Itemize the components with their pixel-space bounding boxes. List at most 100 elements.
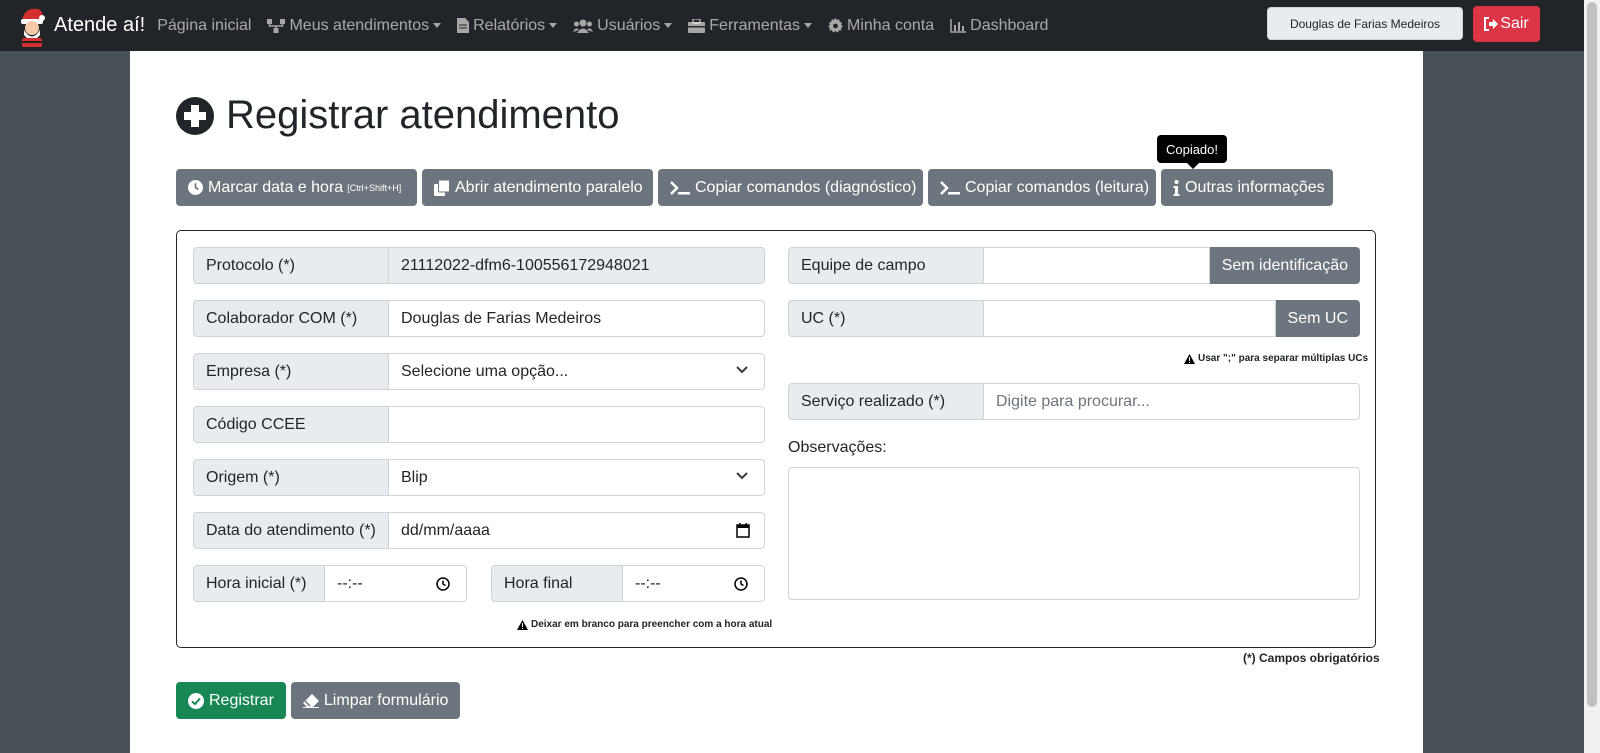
button-label: Copiar comandos (diagnóstico) (695, 178, 917, 196)
origem-selected-value: Blip (401, 468, 428, 486)
check-circle-icon (188, 692, 204, 709)
caret-down-icon (433, 23, 442, 28)
terminal-icon (670, 180, 690, 195)
brand[interactable]: Atende aí! (16, 5, 145, 47)
nav-ferramentas[interactable]: Ferramentas (688, 17, 812, 35)
santa-logo-icon (21, 8, 45, 47)
observacoes-label: Observações: (788, 439, 887, 456)
servico-search-input[interactable]: Digite para procurar... (984, 383, 1360, 420)
empresa-group: Empresa (*) Selecione uma opção... (193, 353, 765, 390)
uc-field[interactable] (984, 300, 1276, 337)
equipe-group: Equipe de campo Sem identificação (788, 247, 1360, 284)
hint-text: Deixar em branco para preencher com a ho… (531, 619, 773, 630)
nav-dashboard[interactable]: Dashboard (950, 17, 1048, 35)
protocolo-group: Protocolo (*) 21112022-dfm6-100556172948… (193, 247, 765, 284)
file-icon (457, 18, 470, 33)
sign-out-icon (1484, 17, 1499, 31)
top-navbar: Atende aí! Página inicial Meus atendimen… (0, 0, 1584, 51)
caret-down-icon (664, 23, 673, 28)
copy-read-commands-button[interactable]: Copiar comandos (leitura) (928, 169, 1156, 206)
uc-group: UC (*) Sem UC (788, 300, 1360, 337)
page-title: Registrar atendimento (176, 93, 620, 138)
terminal-icon (940, 180, 960, 195)
uc-label: UC (*) (788, 300, 984, 337)
button-label: Outras informações (1185, 178, 1325, 196)
nav-label: Dashboard (970, 16, 1049, 34)
sem-uc-button[interactable]: Sem UC (1275, 300, 1360, 337)
plus-circle-icon (176, 96, 214, 135)
other-info-button[interactable]: Outras informações (1161, 169, 1333, 206)
equipe-label: Equipe de campo (788, 247, 984, 284)
nav-relatorios[interactable]: Relatórios (457, 16, 558, 35)
uc-hint: Usar ";" para separar múltiplas UCs (1184, 353, 1368, 364)
empresa-select[interactable]: Selecione uma opção... (389, 353, 765, 390)
nav-pagina-inicial[interactable]: Página inicial (157, 17, 251, 35)
mark-datetime-button[interactable]: Marcar data e hora [Ctrl+Shift+H] (176, 169, 417, 206)
equipe-field[interactable] (984, 247, 1210, 284)
hint-text: Usar ";" para separar múltiplas UCs (1198, 353, 1369, 364)
clock-icon[interactable] (436, 577, 450, 591)
data-atendimento-field[interactable]: dd/mm/aaaa (389, 512, 765, 549)
nav-usuarios[interactable]: Usuários (573, 16, 673, 35)
chevron-down-icon (736, 472, 748, 480)
hora-final-group: Hora final --:-- (491, 565, 765, 602)
colaborador-field[interactable]: Douglas de Farias Medeiros (389, 300, 765, 337)
protocolo-label: Protocolo (*) (193, 247, 389, 284)
attendance-form: Protocolo (*) 21112022-dfm6-100556172948… (176, 230, 1376, 648)
copy-diagnostic-commands-button[interactable]: Copiar comandos (diagnóstico) (658, 169, 923, 206)
logout-label: Sair (1500, 15, 1529, 32)
servico-label: Serviço realizado (*) (788, 383, 984, 420)
clock-icon (188, 180, 203, 195)
origem-select[interactable]: Blip (389, 459, 765, 496)
required-fields-note: (*) Campos obrigatórios (1243, 651, 1380, 665)
nav-label: Página inicial (157, 16, 252, 34)
warning-icon (1184, 353, 1195, 364)
caret-down-icon (549, 23, 558, 28)
toolbox-icon (688, 18, 706, 33)
hora-final-field[interactable]: --:-- (623, 565, 765, 602)
codigo-ccee-group: Código CCEE (193, 406, 765, 443)
form-actions: Registrar Limpar formulário (176, 682, 461, 719)
info-icon (1173, 179, 1180, 196)
hora-inicial-field[interactable]: --:-- (325, 565, 467, 602)
colaborador-label: Colaborador COM (*) (193, 300, 389, 337)
nav-minha-conta[interactable]: Minha conta (827, 16, 935, 35)
warning-icon (517, 619, 528, 630)
time-value: --:-- (635, 574, 661, 592)
calendar-icon[interactable] (736, 523, 750, 538)
nav-meus-atendimentos[interactable]: Meus atendimentos (267, 16, 442, 35)
nav-label: Ferramentas (709, 16, 800, 34)
current-user-display[interactable]: Douglas de Farias Medeiros (1267, 7, 1463, 40)
clear-form-button[interactable]: Limpar formulário (290, 682, 461, 719)
observacoes-textarea[interactable] (788, 467, 1360, 600)
protocolo-field[interactable]: 21112022-dfm6-100556172948021 (389, 247, 765, 284)
data-atendimento-label: Data do atendimento (*) (193, 512, 389, 549)
empresa-label: Empresa (*) (193, 353, 389, 390)
nav-label: Relatórios (473, 16, 546, 34)
nav-label: Usuários (597, 16, 661, 34)
button-label: Copiar comandos (leitura) (965, 178, 1150, 196)
button-label: Abrir atendimento paralelo (455, 178, 643, 196)
empresa-selected-value: Selecione uma opção... (401, 362, 569, 380)
nav-label: Meus atendimentos (289, 16, 430, 34)
nav-label: Minha conta (846, 16, 935, 34)
page-scrollbar[interactable] (1584, 0, 1600, 753)
shortcut-hint: [Ctrl+Shift+H] (347, 182, 402, 193)
scrollbar-thumb[interactable] (1587, 2, 1597, 707)
copy-icon (434, 179, 450, 196)
hora-hint: Deixar em branco para preencher com a ho… (517, 619, 772, 630)
caret-down-icon (803, 23, 812, 28)
network-icon (267, 18, 286, 33)
open-parallel-button[interactable]: Abrir atendimento paralelo (422, 169, 653, 206)
servico-group: Serviço realizado (*) Digite para procur… (788, 383, 1360, 420)
hora-inicial-label: Hora inicial (*) (193, 565, 325, 602)
logout-button[interactable]: Sair (1473, 6, 1540, 42)
origem-label: Origem (*) (193, 459, 389, 496)
clock-icon[interactable] (734, 577, 748, 591)
users-icon (573, 19, 594, 33)
sem-identificacao-button[interactable]: Sem identificação (1209, 247, 1360, 284)
brand-name: Atende aí! (54, 14, 146, 36)
codigo-ccee-field[interactable] (389, 406, 765, 443)
register-button[interactable]: Registrar (176, 682, 286, 719)
codigo-ccee-label: Código CCEE (193, 406, 389, 443)
